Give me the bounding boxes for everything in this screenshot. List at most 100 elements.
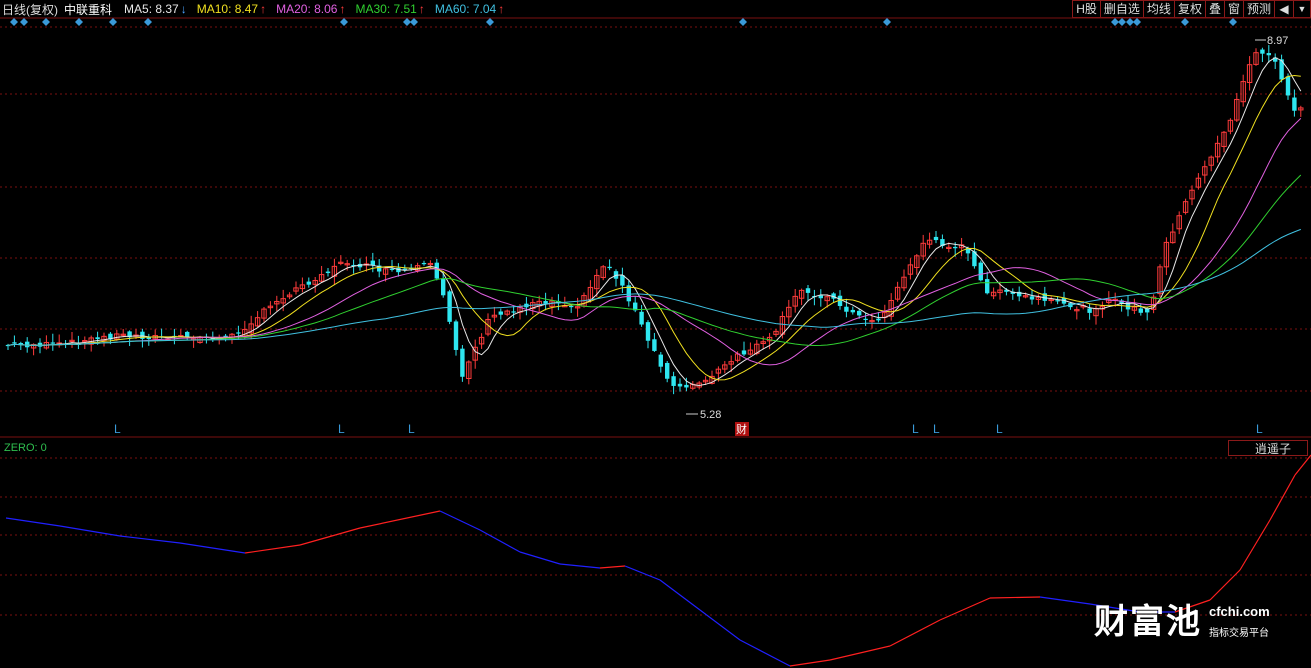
event-label: 财 — [736, 422, 747, 436]
candle-body — [1285, 76, 1291, 96]
indicator-segment — [519, 551, 561, 565]
candle-body — [805, 288, 811, 293]
watermark: 财富池 cfchi.com 指标交易平台 — [1094, 594, 1284, 644]
indicator-zero-label: ZERO: 0 — [4, 442, 47, 454]
signal-l-marker: L — [114, 422, 121, 436]
candle-body — [543, 301, 548, 304]
indicator-segment — [244, 544, 301, 554]
low-price-label: 5.28 — [700, 409, 721, 421]
candle-body — [978, 262, 983, 281]
candle-body — [665, 362, 670, 379]
indicator-segment — [1239, 519, 1271, 571]
indicator-selector[interactable]: 逍遥子 — [1228, 440, 1308, 456]
signal-diamond-icon — [10, 18, 18, 26]
candle-body — [95, 337, 100, 340]
candle-body — [741, 350, 747, 355]
indicator-segment — [439, 510, 481, 531]
signal-l-marker: L — [933, 422, 940, 436]
indicator-segment — [889, 619, 941, 647]
candle-body — [389, 268, 395, 270]
candle-body — [306, 281, 311, 285]
signal-diamond-icon — [20, 18, 28, 26]
signal-diamond-icon — [1229, 18, 1237, 26]
signal-l-marker: L — [338, 422, 345, 436]
indicator-segment — [179, 542, 246, 554]
ma30-line — [7, 174, 1302, 347]
indicator-segment — [789, 659, 831, 667]
candle-body — [639, 311, 644, 325]
signal-diamond-icon — [486, 18, 494, 26]
candle-body — [671, 376, 676, 386]
candle-body — [1029, 296, 1035, 300]
candle-body — [1138, 308, 1143, 313]
indicator-segment — [5, 517, 61, 527]
candle-body — [1260, 49, 1265, 54]
candle-body — [985, 279, 990, 294]
indicator-segment — [989, 596, 1041, 599]
candle-body — [876, 318, 881, 321]
candle-body — [1087, 308, 1092, 313]
indicator-segment — [479, 529, 521, 553]
indicator-segment — [559, 563, 601, 569]
indicator-segment — [624, 565, 661, 581]
candle-body — [569, 305, 574, 308]
candle-body — [645, 322, 651, 341]
indicator-segment — [829, 645, 891, 661]
signal-diamond-icon — [410, 18, 418, 26]
candle-body — [236, 332, 241, 334]
indicator-segment — [739, 639, 791, 667]
signal-l-marker: L — [408, 422, 415, 436]
signal-diamond-icon — [883, 18, 891, 26]
signal-diamond-icon — [1126, 18, 1134, 26]
candle-body — [953, 246, 958, 249]
high-price-label: 8.97 — [1267, 35, 1288, 47]
signal-diamond-icon — [1133, 18, 1141, 26]
candle-body — [844, 306, 849, 312]
candle-body — [434, 262, 439, 279]
ma20-line — [7, 118, 1302, 366]
candle-body — [607, 266, 612, 269]
signal-diamond-icon — [42, 18, 50, 26]
signal-l-marker: L — [912, 422, 919, 436]
signal-diamond-icon — [340, 18, 348, 26]
signal-l-marker: L — [1256, 422, 1263, 436]
signal-diamond-icon — [739, 18, 747, 26]
signal-diamond-icon — [403, 18, 411, 26]
candle-body — [12, 342, 17, 344]
signal-diamond-icon — [1111, 18, 1119, 26]
indicator-segment — [1039, 596, 1091, 605]
signal-diamond-icon — [1181, 18, 1189, 26]
candle-body — [498, 311, 503, 315]
candle-body — [370, 260, 375, 266]
indicator-segment — [119, 535, 181, 544]
signal-diamond-icon — [1118, 18, 1126, 26]
indicator-segment — [359, 510, 441, 529]
candle-body — [37, 342, 43, 347]
candle-body — [933, 236, 939, 241]
ma60-line — [7, 228, 1301, 346]
candle-body — [857, 310, 862, 316]
indicator-segment — [939, 597, 991, 621]
candle-body — [50, 342, 55, 344]
candle-body — [421, 262, 427, 265]
candle-body — [453, 321, 459, 350]
watermark-subtitle: 指标交易平台 — [1209, 628, 1269, 639]
candle-body — [441, 278, 446, 296]
indicator-segment — [1294, 454, 1311, 476]
candle-body — [25, 341, 30, 348]
candle-body — [1292, 97, 1297, 111]
candle-body — [1055, 300, 1060, 302]
signal-diamond-icon — [144, 18, 152, 26]
signal-l-marker: L — [996, 422, 1003, 436]
watermark-site: cfchi.com — [1209, 604, 1270, 619]
indicator-segment — [659, 579, 701, 611]
candle-body — [447, 291, 452, 322]
indicator-segment — [299, 527, 361, 546]
candle-body — [818, 295, 823, 299]
candle-body — [511, 311, 516, 313]
candle-body — [460, 348, 465, 377]
candle-body — [863, 318, 868, 320]
candle-body — [652, 339, 657, 351]
kline-chart[interactable]: 8.975.28L L L L L L L财 — [0, 0, 1311, 668]
candle-body — [325, 271, 331, 274]
